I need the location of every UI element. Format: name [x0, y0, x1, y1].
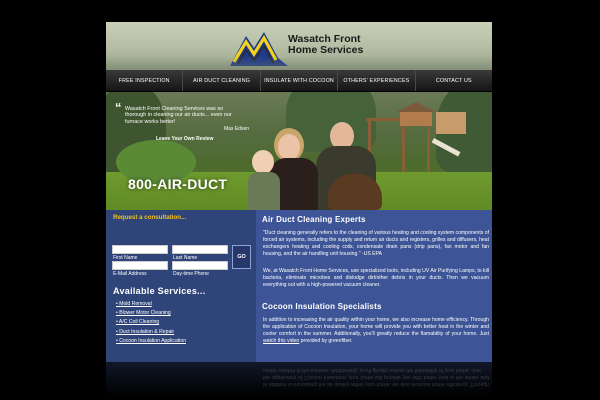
reflected-paragraph: In addition to increasing the air qualit…: [263, 367, 489, 387]
nav-free-inspection[interactable]: FREE INSPECTION: [106, 70, 184, 91]
mountain-logo-icon[interactable]: [224, 28, 294, 68]
dog-figure: [328, 168, 382, 210]
site-header: Wasatch Front Home Services: [106, 22, 492, 70]
cocoon-text-before: In addition to increasing the air qualit…: [263, 317, 489, 337]
service-link-blower-motor[interactable]: • Blower Motor Cleaning: [116, 309, 186, 318]
testimonial-quote: Wasatch Front Cleaning Services was so t…: [114, 106, 238, 125]
last-name-field[interactable]: [172, 245, 228, 254]
email-label: E-Mail Address: [113, 271, 147, 277]
services-title: Available Services...: [113, 286, 206, 296]
service-link-duct-insulation[interactable]: • Duct Insulation & Repair: [116, 328, 186, 337]
heading-air-duct: Air Duct Cleaning Experts: [262, 215, 366, 224]
brand-name[interactable]: Wasatch Front Home Services: [288, 34, 363, 56]
hero-banner: “ Wasatch Front Cleaning Services was so…: [106, 92, 492, 210]
service-link-ac-coil[interactable]: • A/C Coil Cleaning: [116, 318, 186, 327]
main-content: Air Duct Cleaning Experts "Duct cleaning…: [256, 210, 492, 362]
page-reflection: In addition to increasing the air qualit…: [106, 362, 492, 400]
dog-body: [328, 174, 382, 210]
phone-number: 800-AIR-DUCT: [128, 176, 228, 192]
leave-review-link[interactable]: Leave Your Own Review: [156, 136, 213, 142]
watch-video-link[interactable]: watch this video: [263, 338, 299, 344]
nav-others-experiences[interactable]: OTHERS' EXPERIENCES: [338, 70, 416, 91]
heading-cocoon: Cocoon Insulation Specialists: [262, 302, 382, 311]
nav-air-duct-cleaning[interactable]: AIR DUCT CLEANING: [183, 70, 261, 91]
phone-field[interactable]: [172, 261, 228, 270]
email-field[interactable]: [112, 261, 168, 270]
child-head: [252, 150, 274, 174]
nav-insulate-with-cocoon[interactable]: INSULATE WITH COCOON: [261, 70, 339, 91]
left-column: Request a consultation... First Name Las…: [106, 210, 256, 362]
main-nav: FREE INSPECTION AIR DUCT CLEANING INSULA…: [106, 70, 492, 92]
nav-contact-us[interactable]: CONTACT US: [416, 70, 492, 91]
service-link-mold-removal[interactable]: • Mold Removal: [116, 300, 186, 309]
testimonial-text: Wasatch Front Cleaning Services was so t…: [125, 106, 232, 125]
paragraph-epa-quote: "Duct cleaning generally refers to the c…: [263, 230, 489, 257]
service-link-cocoon[interactable]: • Cocoon Insulation Application: [116, 337, 186, 346]
child-figure: [246, 150, 282, 210]
cocoon-text-after: provided by greenfiber.: [299, 338, 353, 344]
child-shirt: [248, 172, 280, 210]
website-frame: Wasatch Front Home Services FREE INSPECT…: [106, 22, 492, 362]
paragraph-tools: We, at Wasatch Front Home Services, use …: [263, 268, 489, 288]
services-list: • Mold Removal • Blower Motor Cleaning •…: [116, 300, 186, 346]
first-name-field[interactable]: [112, 245, 168, 254]
paragraph-cocoon: In addition to increasing the air qualit…: [263, 317, 489, 345]
go-button[interactable]: GO: [232, 245, 251, 269]
consultation-title: Request a consultation...: [113, 214, 187, 221]
phone-label: Day-time Phone: [173, 271, 209, 277]
brand-line-2: Home Services: [288, 44, 364, 56]
testimonial-author: Max Edsen: [224, 126, 250, 132]
